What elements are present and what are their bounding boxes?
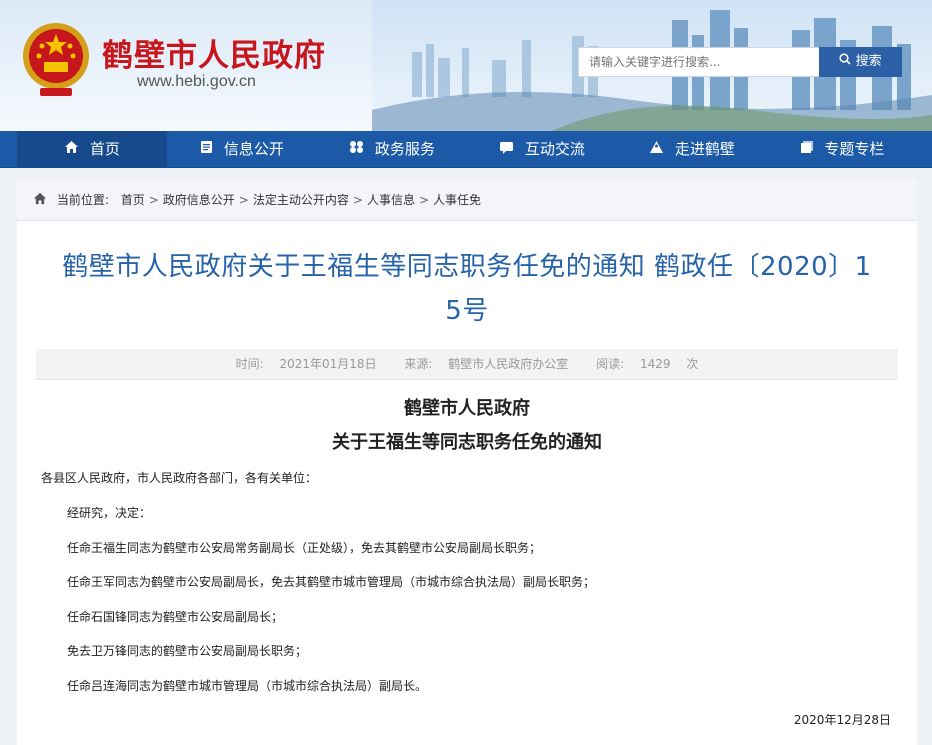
meta-source: 鹤壁市人民政府办公室: [448, 357, 569, 371]
article-title: 鹤壁市人民政府关于王福生等同志职务任免的通知 鹤政任〔2020〕1 5号: [37, 245, 897, 333]
meta-time-label: 时间:: [235, 357, 264, 371]
folder-icon: [800, 131, 814, 168]
breadcrumb-separator: >: [238, 193, 249, 207]
search-button[interactable]: 搜索: [819, 47, 902, 77]
site-url: www.hebi.gov.cn: [137, 73, 256, 90]
breadcrumb-link-home[interactable]: 首页: [121, 193, 145, 207]
meta-views: 1429: [640, 357, 671, 371]
body-paragraph: 经研究，决定：: [67, 506, 152, 520]
breadcrumb-prefix: 当前位置:: [56, 193, 109, 207]
article-title-line: 5号: [445, 296, 489, 326]
home-icon: [64, 131, 79, 168]
document-date: 2020年12月28日: [793, 713, 891, 727]
nav-label: 信息公开: [223, 140, 284, 158]
site-header: 鹤壁市人民政府 www.hebi.gov.cn 搜索: [0, 0, 932, 131]
search-input[interactable]: [578, 47, 819, 77]
content-panel: 当前位置: 首页 > 政府信息公开 > 法定主动公开内容 > 人事信息 > 人事任免 鹤壁市人民…: [17, 179, 917, 745]
breadcrumb-link-personnel-info[interactable]: 人事信息: [367, 193, 415, 207]
nav-label: 专题专栏: [824, 140, 885, 158]
article-meta: 时间: 2021年01月18日 来源: 鹤壁市人民政府办公室 阅读: 1429 …: [36, 349, 898, 380]
nav-label: 政务服务: [374, 140, 435, 158]
meta-views-label: 阅读:: [596, 357, 625, 371]
search-icon: [839, 53, 855, 69]
breadcrumb: 当前位置: 首页 > 政府信息公开 > 法定主动公开内容 > 人事信息 > 人事任免: [17, 179, 917, 221]
nav-item-home[interactable]: 首页: [17, 131, 167, 168]
nav-label: 走进鹤壁: [674, 140, 735, 158]
document-icon: [200, 131, 213, 168]
addressee: 各县区人民政府，市人民政府各部门，各有关单位：: [41, 471, 318, 485]
document-heading: 关于王福生等同志职务任免的通知: [332, 432, 602, 453]
body-paragraph: 任命王军同志为鹤壁市公安局副局长，免去其鹤壁市城市管理局（市城市综合执法局）副局…: [67, 575, 596, 589]
document-issuer: 鹤壁市人民政府: [404, 398, 530, 419]
site-title: 鹤壁市人民政府: [102, 38, 326, 74]
nav-item-about-hebi[interactable]: 走进鹤壁: [617, 131, 767, 168]
nav-label: 互动交流: [524, 140, 585, 158]
body-paragraph: 任命吕连海同志为鹤壁市城市管理局（市城市综合执法局）副局长。: [67, 679, 428, 693]
breadcrumb-separator: >: [352, 193, 363, 207]
breadcrumb-link-gov-info[interactable]: 政府信息公开: [163, 193, 235, 207]
nav-label: 首页: [89, 140, 120, 158]
breadcrumb-separator: >: [418, 193, 430, 207]
body-paragraph: 任命石国锋同志为鹤壁市公安局副局长；: [67, 610, 284, 624]
meta-time: 2021年01月18日: [279, 357, 377, 371]
article-title-line: 鹤壁市人民政府关于王福生等同志职务任免的通知 鹤政任〔2020〕1: [62, 252, 872, 282]
search-button-label: 搜索: [855, 54, 882, 69]
main-nav: 首页 信息公开 政务服务 互动交流 走进鹤壁 专题专栏: [0, 131, 932, 168]
nav-item-special-topics[interactable]: 专题专栏: [767, 131, 917, 168]
nav-item-info-disclosure[interactable]: 信息公开: [167, 131, 317, 168]
national-emblem-logo: [23, 23, 89, 96]
nav-item-gov-services[interactable]: 政务服务: [317, 131, 467, 168]
breadcrumb-link-legal-content[interactable]: 法定主动公开内容: [253, 193, 349, 207]
breadcrumb-separator: >: [148, 193, 159, 207]
body-paragraph: 任命王福生同志为鹤壁市公安局常务副局长（正处级），免去其鹤壁市公安局副局长职务；: [67, 541, 542, 555]
service-icon: [349, 131, 364, 168]
home-icon: [33, 180, 47, 222]
meta-views-unit: 次: [686, 357, 699, 371]
chat-icon: [499, 131, 514, 168]
breadcrumb-link-appointments[interactable]: 人事任免: [433, 193, 481, 207]
meta-source-label: 来源:: [404, 357, 433, 371]
nav-item-interaction[interactable]: 互动交流: [467, 131, 617, 168]
body-paragraph: 免去卫万锋同志的鹤壁市公安局副局长职务；: [67, 644, 308, 658]
mountain-icon: [649, 131, 664, 168]
